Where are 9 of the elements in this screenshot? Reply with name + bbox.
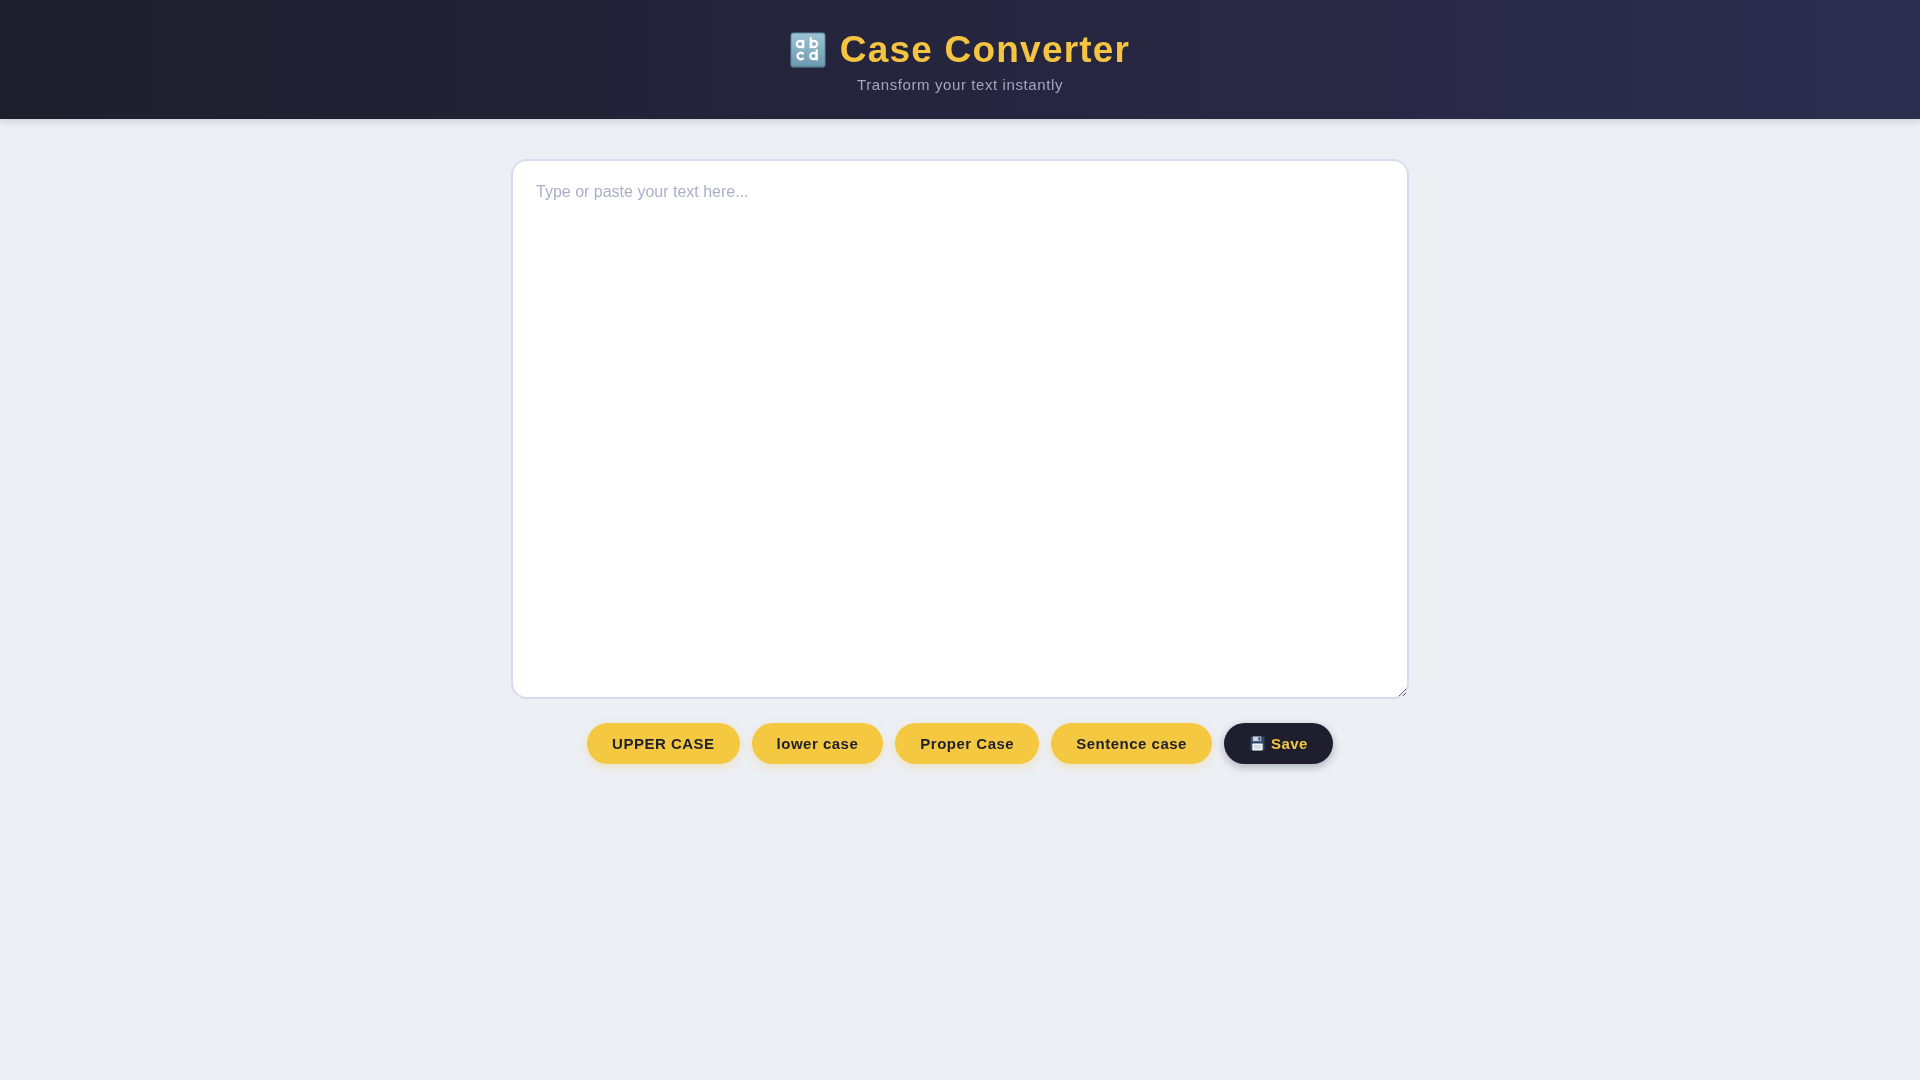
save-button[interactable]: Save <box>1223 723 1333 764</box>
text-input-field[interactable]: Type or paste your text here... <box>511 159 1409 699</box>
app-subtitle: Transform your text instantly <box>856 75 1064 94</box>
convert-button[interactable]: Sentence case <box>1051 723 1212 764</box>
app-title: Case Converter <box>839 27 1131 72</box>
letters-tile-icon <box>789 31 826 68</box>
convert-button[interactable]: UPPER CASE <box>587 723 740 764</box>
convert-button[interactable]: lower case <box>751 723 884 764</box>
convert-button[interactable]: Proper Case <box>895 723 1040 764</box>
